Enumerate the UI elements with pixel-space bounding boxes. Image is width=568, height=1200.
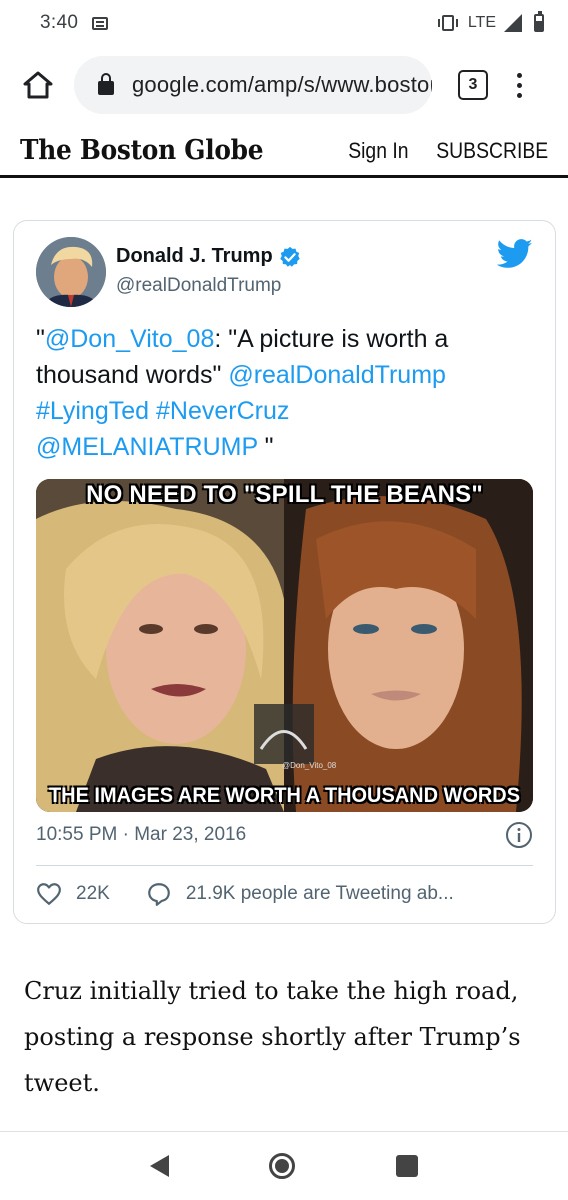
back-icon[interactable] — [150, 1155, 170, 1177]
tweet-text: "@Don_Vito_08: "A picture is worth a tho… — [36, 321, 516, 465]
tweet-text-part: " — [36, 325, 45, 353]
url-text: google.com/amp/s/www.bostonglobe.com — [132, 72, 432, 97]
meme-watermark: @Don_Vito_08 — [282, 761, 337, 770]
address-bar[interactable]: google.com/amp/s/www.bostonglobe.com — [74, 56, 432, 114]
network-label: LTE — [467, 14, 496, 31]
browser-toolbar: google.com/amp/s/www.bostonglobe.com 3 — [0, 46, 568, 124]
tweet-text-part: " — [257, 433, 274, 461]
mention-link[interactable]: @realDonaldTrump — [228, 361, 446, 389]
author-handle[interactable]: @realDonaldTrump — [116, 275, 281, 297]
meme-caption-top: NO NEED TO "SPILL THE BEANS" — [86, 481, 483, 508]
tweet-timestamp[interactable]: 10:55 PM · Mar 23, 2016 — [36, 824, 246, 846]
hashtag-link[interactable]: #LyingTed — [36, 397, 149, 425]
tweet-author[interactable]: Donald J. Trump — [116, 245, 301, 268]
home-circle-icon[interactable] — [269, 1153, 296, 1179]
message-icon — [92, 16, 109, 30]
status-indicators: LTE — [437, 11, 544, 32]
sign-in-link[interactable]: Sign In — [349, 138, 409, 164]
status-bar: 3:40 LTE — [0, 0, 568, 46]
twitter-bird-icon[interactable] — [497, 239, 533, 269]
embedded-tweet[interactable]: Donald J. Trump @realDonaldTrump "@Don_V… — [13, 220, 556, 924]
tweet-media-image[interactable]: NO NEED TO "SPILL THE BEANS" @Don_Vito_0… — [36, 479, 533, 812]
system-nav-bar — [0, 1132, 568, 1200]
more-vert-icon[interactable] — [514, 72, 524, 98]
info-icon[interactable] — [505, 821, 533, 849]
like-heart-icon[interactable] — [36, 881, 62, 907]
signal-icon — [504, 14, 522, 32]
home-icon — [23, 71, 53, 99]
recents-icon[interactable] — [395, 1155, 418, 1177]
site-header: The Boston Globe Sign In SUBSCRIBE — [0, 126, 568, 178]
divider — [36, 865, 533, 866]
home-button[interactable] — [20, 67, 56, 103]
tweet-text-part — [149, 397, 156, 425]
mention-link[interactable]: @MELANIATRUMP — [36, 433, 258, 461]
meme-caption-bottom: THE IMAGES ARE WORTH A THOUSAND WORDS — [48, 784, 521, 807]
reply-bubble-icon[interactable] — [146, 881, 172, 907]
author-name: Donald J. Trump — [116, 245, 273, 267]
tweet-actions: 22K 21.9K people are Tweeting ab... — [36, 881, 454, 907]
status-time: 3:40 — [40, 12, 79, 33]
tweeting-about-link[interactable]: 21.9K people are Tweeting ab... — [186, 883, 454, 905]
site-logo[interactable]: The Boston Globe — [20, 135, 264, 166]
like-count[interactable]: 22K — [76, 883, 110, 905]
mention-link[interactable]: @Don_Vito_08 — [45, 325, 214, 353]
lock-icon — [98, 73, 114, 95]
hashtag-link[interactable]: #NeverCruz — [156, 397, 289, 425]
subscribe-link[interactable]: SUBSCRIBE — [436, 138, 548, 164]
header-links: Sign In SUBSCRIBE — [340, 138, 548, 164]
verified-icon — [279, 246, 300, 267]
tab-switcher-button[interactable]: 3 — [458, 70, 488, 100]
article-paragraph: Cruz initially tried to take the high ro… — [24, 977, 521, 1097]
vibrate-icon — [437, 15, 458, 31]
battery-icon — [534, 11, 544, 32]
avatar[interactable] — [36, 237, 106, 307]
